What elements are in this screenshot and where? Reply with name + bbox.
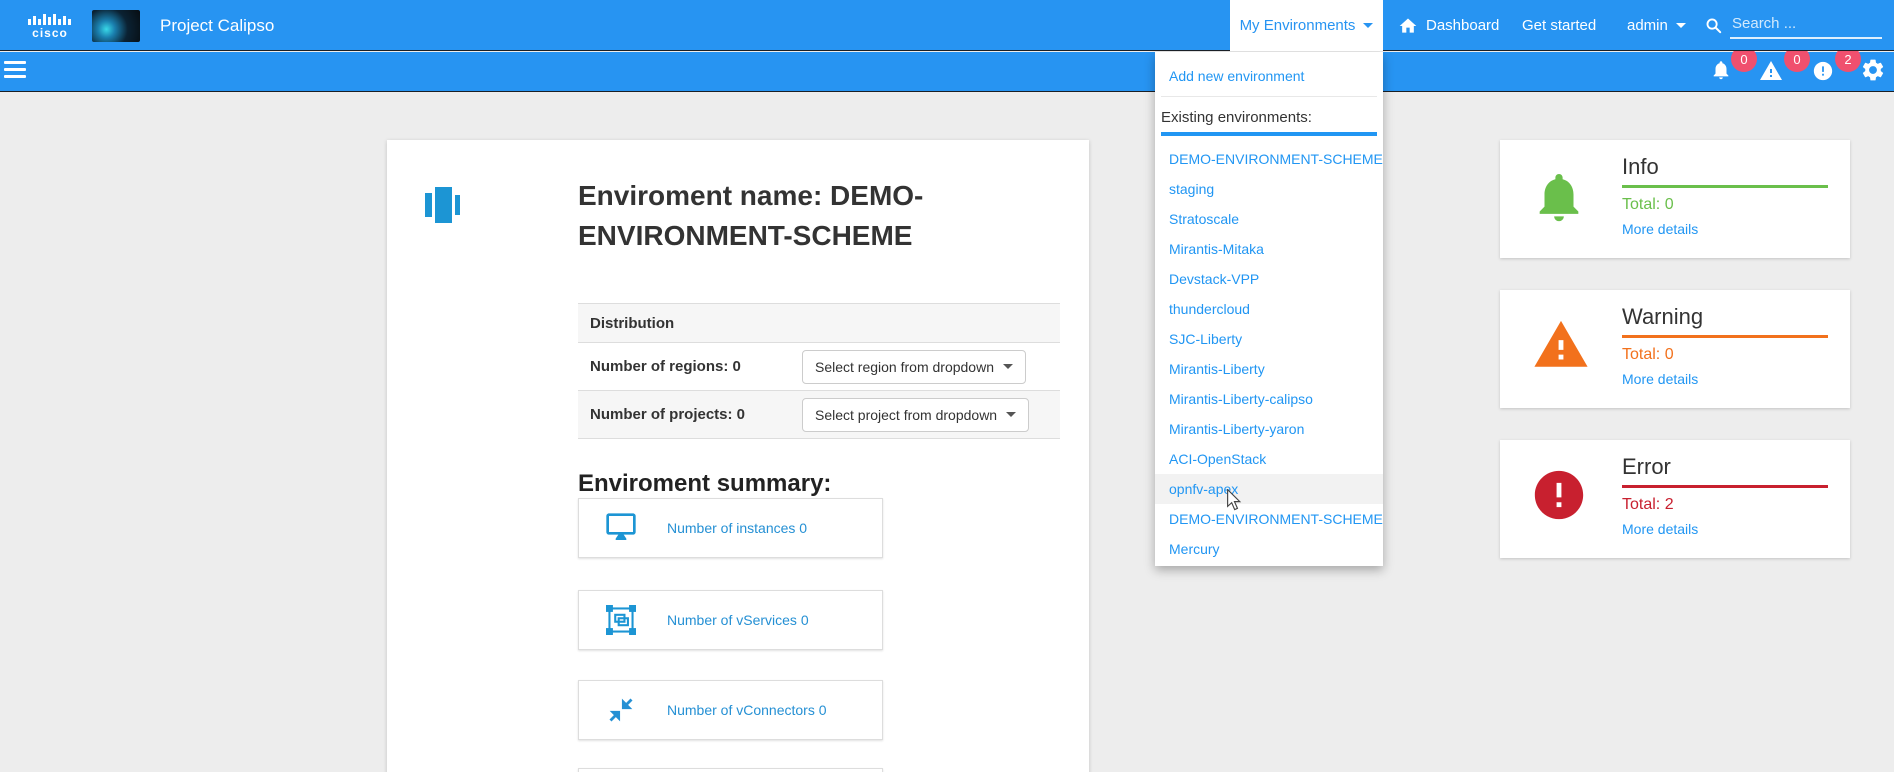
search-box <box>1705 0 1882 51</box>
select-region-dropdown[interactable]: Select region from dropdown <box>802 350 1026 384</box>
warning-triangle-icon <box>1530 316 1592 379</box>
environment-item[interactable]: Mercury <box>1155 534 1383 564</box>
info-card-body: Info Total: 0 More details <box>1622 154 1828 237</box>
error-card-title: Error <box>1622 454 1828 488</box>
user-menu[interactable]: admin <box>1627 0 1686 51</box>
environment-item[interactable]: Stratoscale <box>1155 204 1383 234</box>
vservices-card[interactable]: Number of vServices 0 <box>578 590 883 650</box>
summary-card-partial[interactable] <box>578 768 883 772</box>
environment-item[interactable]: DEMO-ENVIRONMENT-SCHEME <box>1155 504 1383 534</box>
error-card-body: Error Total: 2 More details <box>1622 454 1828 537</box>
warning-card-body: Warning Total: 0 More details <box>1622 304 1828 387</box>
existing-environments-underline <box>1161 132 1377 136</box>
settings-gear-icon[interactable] <box>1860 57 1886 88</box>
nav-get-started[interactable]: Get started <box>1522 0 1596 51</box>
error-more-details-link[interactable]: More details <box>1622 521 1828 537</box>
projects-row: Number of projects: 0 Select project fro… <box>578 391 1060 439</box>
hamburger-menu-icon[interactable] <box>4 61 26 82</box>
home-icon <box>1398 16 1418 36</box>
environment-title: Enviroment name: DEMO-ENVIRONMENT-SCHEME <box>578 176 1018 256</box>
warnings-toolbar-icon[interactable] <box>1758 59 1784 88</box>
add-new-environment-link[interactable]: Add new environment <box>1155 52 1383 96</box>
bell-icon <box>1530 166 1588 233</box>
environment-item[interactable]: SJC-Liberty <box>1155 324 1383 354</box>
environments-dropdown: Add new environment Existing environment… <box>1155 52 1383 566</box>
nav-dashboard-label: Dashboard <box>1426 17 1499 34</box>
warning-card-title: Warning <box>1622 304 1828 338</box>
warning-card-total: Total: 0 <box>1622 346 1828 364</box>
error-status-card: Error Total: 2 More details <box>1500 440 1850 558</box>
instances-link[interactable]: Number of instances 0 <box>667 520 807 536</box>
select-project-dropdown[interactable]: Select project from dropdown <box>802 398 1029 432</box>
secondary-toolbar: 0 0 2 <box>0 52 1894 92</box>
vservices-link[interactable]: Number of vServices 0 <box>667 612 809 628</box>
vconnectors-link[interactable]: Number of vConnectors 0 <box>667 702 827 718</box>
regions-row: Number of regions: 0 Select region from … <box>578 343 1060 391</box>
caret-down-icon <box>1676 23 1686 28</box>
environment-item[interactable]: staging <box>1155 174 1383 204</box>
vconnectors-card[interactable]: Number of vConnectors 0 <box>578 680 883 740</box>
environment-item[interactable]: Devstack-VPP <box>1155 264 1383 294</box>
app-title: Project Calipso <box>160 16 274 36</box>
nav-get-started-label: Get started <box>1522 17 1596 34</box>
search-input[interactable] <box>1730 12 1882 39</box>
search-icon <box>1705 17 1722 34</box>
info-card-title: Info <box>1622 154 1828 188</box>
nav-dashboard[interactable]: Dashboard <box>1398 0 1499 51</box>
distribution-header: Distribution <box>578 303 1060 343</box>
caret-down-icon <box>1006 412 1016 417</box>
environment-item[interactable]: ACI-OpenStack <box>1155 444 1383 474</box>
distribution-table: Distribution Number of regions: 0 Select… <box>578 303 1060 439</box>
environment-item[interactable]: Mirantis-Liberty <box>1155 354 1383 384</box>
environment-item[interactable]: Mirantis-Liberty-yaron <box>1155 414 1383 444</box>
my-environments-label: My Environments <box>1240 17 1356 34</box>
cisco-wordmark: cisco <box>32 28 68 38</box>
caret-down-icon <box>1003 364 1013 369</box>
warning-status-card: Warning Total: 0 More details <box>1500 290 1850 408</box>
my-environments-menu[interactable]: My Environments <box>1230 0 1383 51</box>
regions-label: Number of regions: 0 <box>590 358 790 375</box>
info-status-card: Info Total: 0 More details <box>1500 140 1850 258</box>
notifications-bell-icon[interactable] <box>1710 59 1732 86</box>
summary-heading: Enviroment summary: <box>578 470 831 498</box>
environment-item[interactable]: DEMO-ENVIRONMENT-SCHEME <box>1155 144 1383 174</box>
projects-label: Number of projects: 0 <box>590 406 790 423</box>
environment-item[interactable]: Mirantis-Liberty-calipso <box>1155 384 1383 414</box>
warning-more-details-link[interactable]: More details <box>1622 371 1828 387</box>
cisco-logo: cisco <box>28 14 72 38</box>
environment-panel: Enviroment name: DEMO-ENVIRONMENT-SCHEME… <box>387 140 1089 772</box>
calipso-thumbnail-image <box>92 10 140 42</box>
info-more-details-link[interactable]: More details <box>1622 221 1828 237</box>
environment-item[interactable]: thundercloud <box>1155 294 1383 324</box>
info-card-total: Total: 0 <box>1622 196 1828 214</box>
user-menu-label: admin <box>1627 17 1668 34</box>
caret-down-icon <box>1363 23 1373 28</box>
environment-item-hovered[interactable]: opnfv-apex <box>1155 474 1383 504</box>
errors-toolbar-icon[interactable] <box>1812 60 1834 87</box>
environment-item[interactable]: Mirantis-Mitaka <box>1155 234 1383 264</box>
monitor-icon <box>601 513 641 543</box>
instances-card[interactable]: Number of instances 0 <box>578 498 883 558</box>
environment-icon <box>425 182 463 233</box>
top-navbar: cisco Project Calipso My Environments Da… <box>0 0 1894 51</box>
compress-arrows-icon <box>601 696 641 724</box>
select-region-label: Select region from dropdown <box>815 359 994 375</box>
error-card-total: Total: 2 <box>1622 496 1828 514</box>
select-project-label: Select project from dropdown <box>815 407 997 423</box>
brand-area: cisco Project Calipso <box>28 0 274 51</box>
existing-environments-label: Existing environments: <box>1155 97 1383 126</box>
object-group-icon <box>601 605 641 635</box>
error-circle-icon <box>1530 466 1588 529</box>
